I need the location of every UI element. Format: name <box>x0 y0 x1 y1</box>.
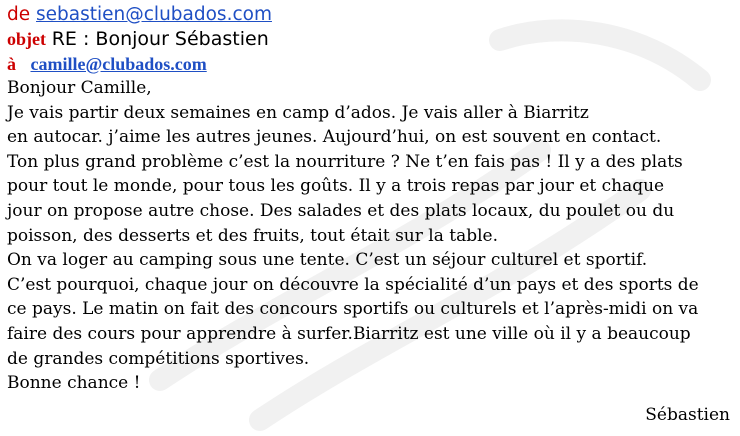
body-line: Je vais partir deux semaines en camp d’a… <box>7 102 589 123</box>
email-subject-row: objet RE : Bonjour Sébastien <box>7 27 740 52</box>
subject-text: RE : Bonjour Sébastien <box>51 28 269 50</box>
body-line: de grandes compétitions sportives. <box>7 348 310 369</box>
body-line: Bonne chance ! <box>7 373 141 394</box>
subject-label: objet <box>7 29 46 49</box>
body-line: Ton plus grand problème c’est la nourrit… <box>7 151 683 172</box>
from-address-link[interactable]: sebastien@clubados.com <box>36 4 272 25</box>
body-line: pour tout le monde, pour tous les goûts.… <box>7 176 665 197</box>
body-line: On va loger au camping sous une tente. C… <box>7 250 648 271</box>
body-line: C’est pourquoi, chaque jour on découvre … <box>7 274 699 295</box>
from-label: de <box>7 4 31 25</box>
email-view: de sebastien@clubados.com objet RE : Bon… <box>0 0 740 396</box>
to-label: à <box>7 54 16 74</box>
email-body: Bonjour Camille, Je vais partir deux sem… <box>7 76 740 396</box>
to-address-link[interactable]: camille@clubados.com <box>31 54 207 74</box>
body-line: Bonjour Camille, <box>7 78 152 98</box>
email-from-row: de sebastien@clubados.com <box>7 3 740 27</box>
body-line: en autocar. j’aime les autres jeunes. Au… <box>7 127 662 148</box>
body-line: faire des cours pour apprendre à surfer.… <box>7 323 691 344</box>
body-line: ce pays. Le matin on fait des concours s… <box>7 299 699 320</box>
email-to-row: à camille@clubados.com <box>7 52 740 76</box>
body-line: jour on propose autre chose. Des salades… <box>7 200 675 221</box>
signature: Sébastien <box>645 405 730 425</box>
body-line: poisson, des desserts et des fruits, tou… <box>7 225 499 246</box>
